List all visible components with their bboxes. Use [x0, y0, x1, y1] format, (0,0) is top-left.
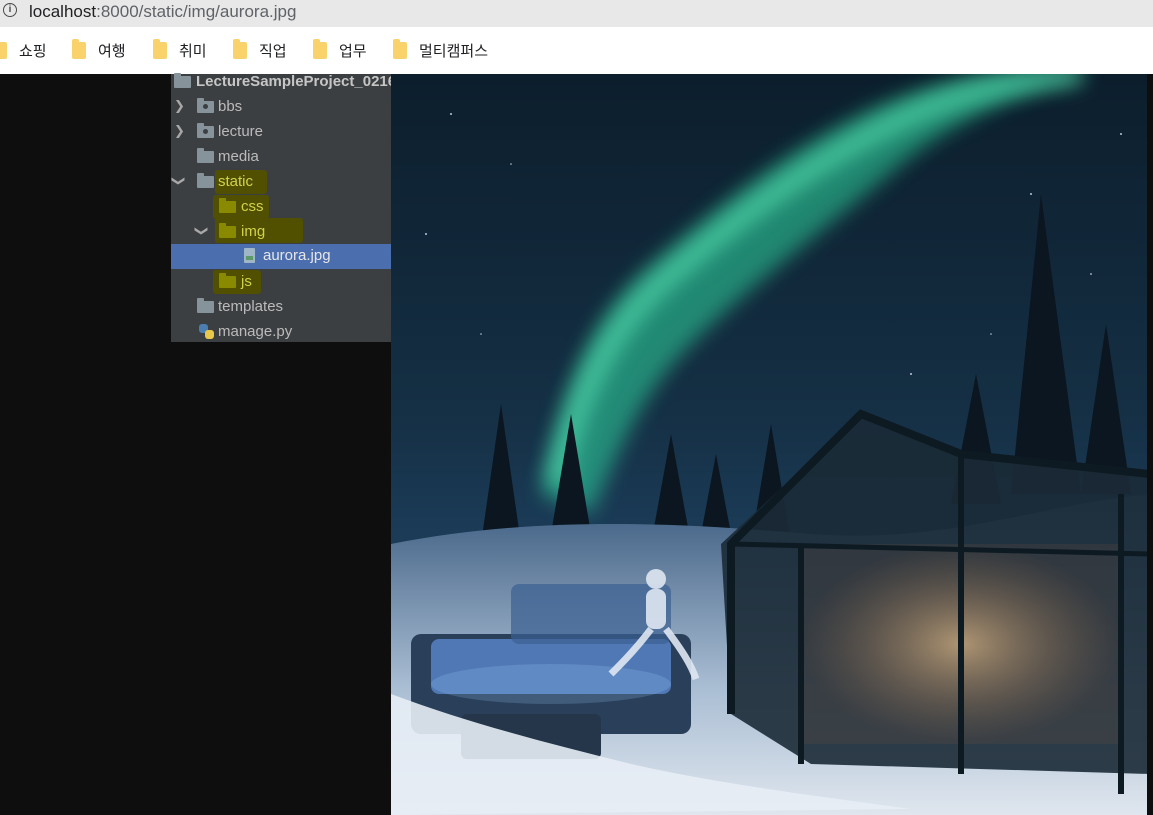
- tree-item-label: templates: [218, 298, 284, 315]
- bookmark-hobby[interactable]: 취미: [153, 38, 207, 61]
- tree-item-label: img: [241, 223, 266, 240]
- bookmark-label: 쇼핑: [19, 42, 47, 60]
- tree-item-label: manage.py: [218, 323, 293, 340]
- bookmarks-bar: 쇼핑 여행 취미 직업 업무 멀티캠퍼스: [0, 27, 1153, 74]
- project-tree: LectureSampleProject_0216 ❯ bbs ❯ lectur…: [171, 73, 396, 345]
- tree-item-label: lecture: [218, 123, 264, 140]
- bookmark-label: 취미: [179, 42, 207, 60]
- folder-icon: [313, 38, 327, 59]
- info-icon[interactable]: i: [3, 3, 17, 17]
- tree-item-media[interactable]: media: [171, 145, 391, 170]
- bookmark-label: 멀티캠퍼스: [419, 42, 489, 60]
- package-folder-icon: [197, 123, 214, 138]
- tree-item-label: js: [241, 273, 252, 290]
- tree-item-label: aurora.jpg: [263, 247, 331, 264]
- tree-item-templates[interactable]: templates: [171, 295, 391, 320]
- tree-item-label: bbs: [218, 98, 243, 115]
- tree-item-static[interactable]: ❯ static: [171, 170, 391, 195]
- chevron-down-icon[interactable]: ❯: [170, 176, 186, 187]
- bookmark-label: 직업: [259, 42, 287, 60]
- package-folder-icon: [197, 98, 214, 113]
- page-content: LectureSampleProject_0216 ❯ bbs ❯ lectur…: [0, 73, 1153, 815]
- tree-item-lecture[interactable]: ❯ lecture: [171, 120, 391, 145]
- bookmark-work[interactable]: 업무: [313, 38, 367, 61]
- tree-item-manage[interactable]: manage.py: [171, 320, 391, 345]
- folder-icon: [0, 41, 7, 59]
- tree-item-label: static: [218, 173, 254, 190]
- tree-item-css[interactable]: css: [171, 195, 391, 220]
- folder-icon: [197, 298, 214, 313]
- tree-item-label: css: [241, 198, 264, 215]
- url-host: localhost: [29, 2, 97, 21]
- image-file-icon: [244, 248, 255, 263]
- image-edge: [1147, 74, 1150, 815]
- python-file-icon: [199, 324, 214, 340]
- tree-item-bbs[interactable]: ❯ bbs: [171, 95, 391, 120]
- url-text[interactable]: localhost:8000/static/img/aurora.jpg: [29, 2, 296, 22]
- address-bar[interactable]: i localhost:8000/static/img/aurora.jpg: [0, 0, 1153, 27]
- tree-root[interactable]: LectureSampleProject_0216: [171, 70, 396, 95]
- bookmark-label: 여행: [98, 42, 126, 60]
- aurora-scene: [391, 74, 1150, 815]
- folder-icon: [174, 73, 191, 88]
- chevron-down-icon[interactable]: ❯: [193, 226, 209, 237]
- bookmark-shopping[interactable]: 쇼핑: [0, 39, 47, 61]
- folder-icon: [153, 38, 167, 59]
- chevron-right-icon[interactable]: ❯: [174, 98, 185, 114]
- bookmark-multicampus[interactable]: 멀티캠퍼스: [393, 38, 489, 61]
- folder-icon: [219, 273, 236, 288]
- folder-icon: [393, 38, 407, 59]
- aurora-image: [391, 74, 1150, 815]
- folder-icon: [233, 38, 247, 59]
- tree-item-label: media: [218, 148, 259, 165]
- bookmark-label: 업무: [339, 42, 367, 60]
- tree-root-label: LectureSampleProject_0216: [196, 73, 397, 90]
- bookmark-job[interactable]: 직업: [233, 38, 287, 61]
- tree-item-js[interactable]: js: [171, 270, 391, 295]
- tree-item-aurora[interactable]: aurora.jpg: [171, 244, 391, 269]
- bookmark-travel[interactable]: 여행: [72, 38, 126, 61]
- folder-icon: [219, 198, 236, 213]
- folder-icon: [72, 38, 86, 59]
- folder-icon: [197, 148, 214, 163]
- folder-icon: [219, 223, 236, 238]
- tree-item-img[interactable]: ❯ img: [171, 220, 391, 245]
- chevron-right-icon[interactable]: ❯: [174, 123, 185, 139]
- url-path: :8000/static/img/aurora.jpg: [96, 2, 297, 21]
- folder-icon: [197, 173, 214, 188]
